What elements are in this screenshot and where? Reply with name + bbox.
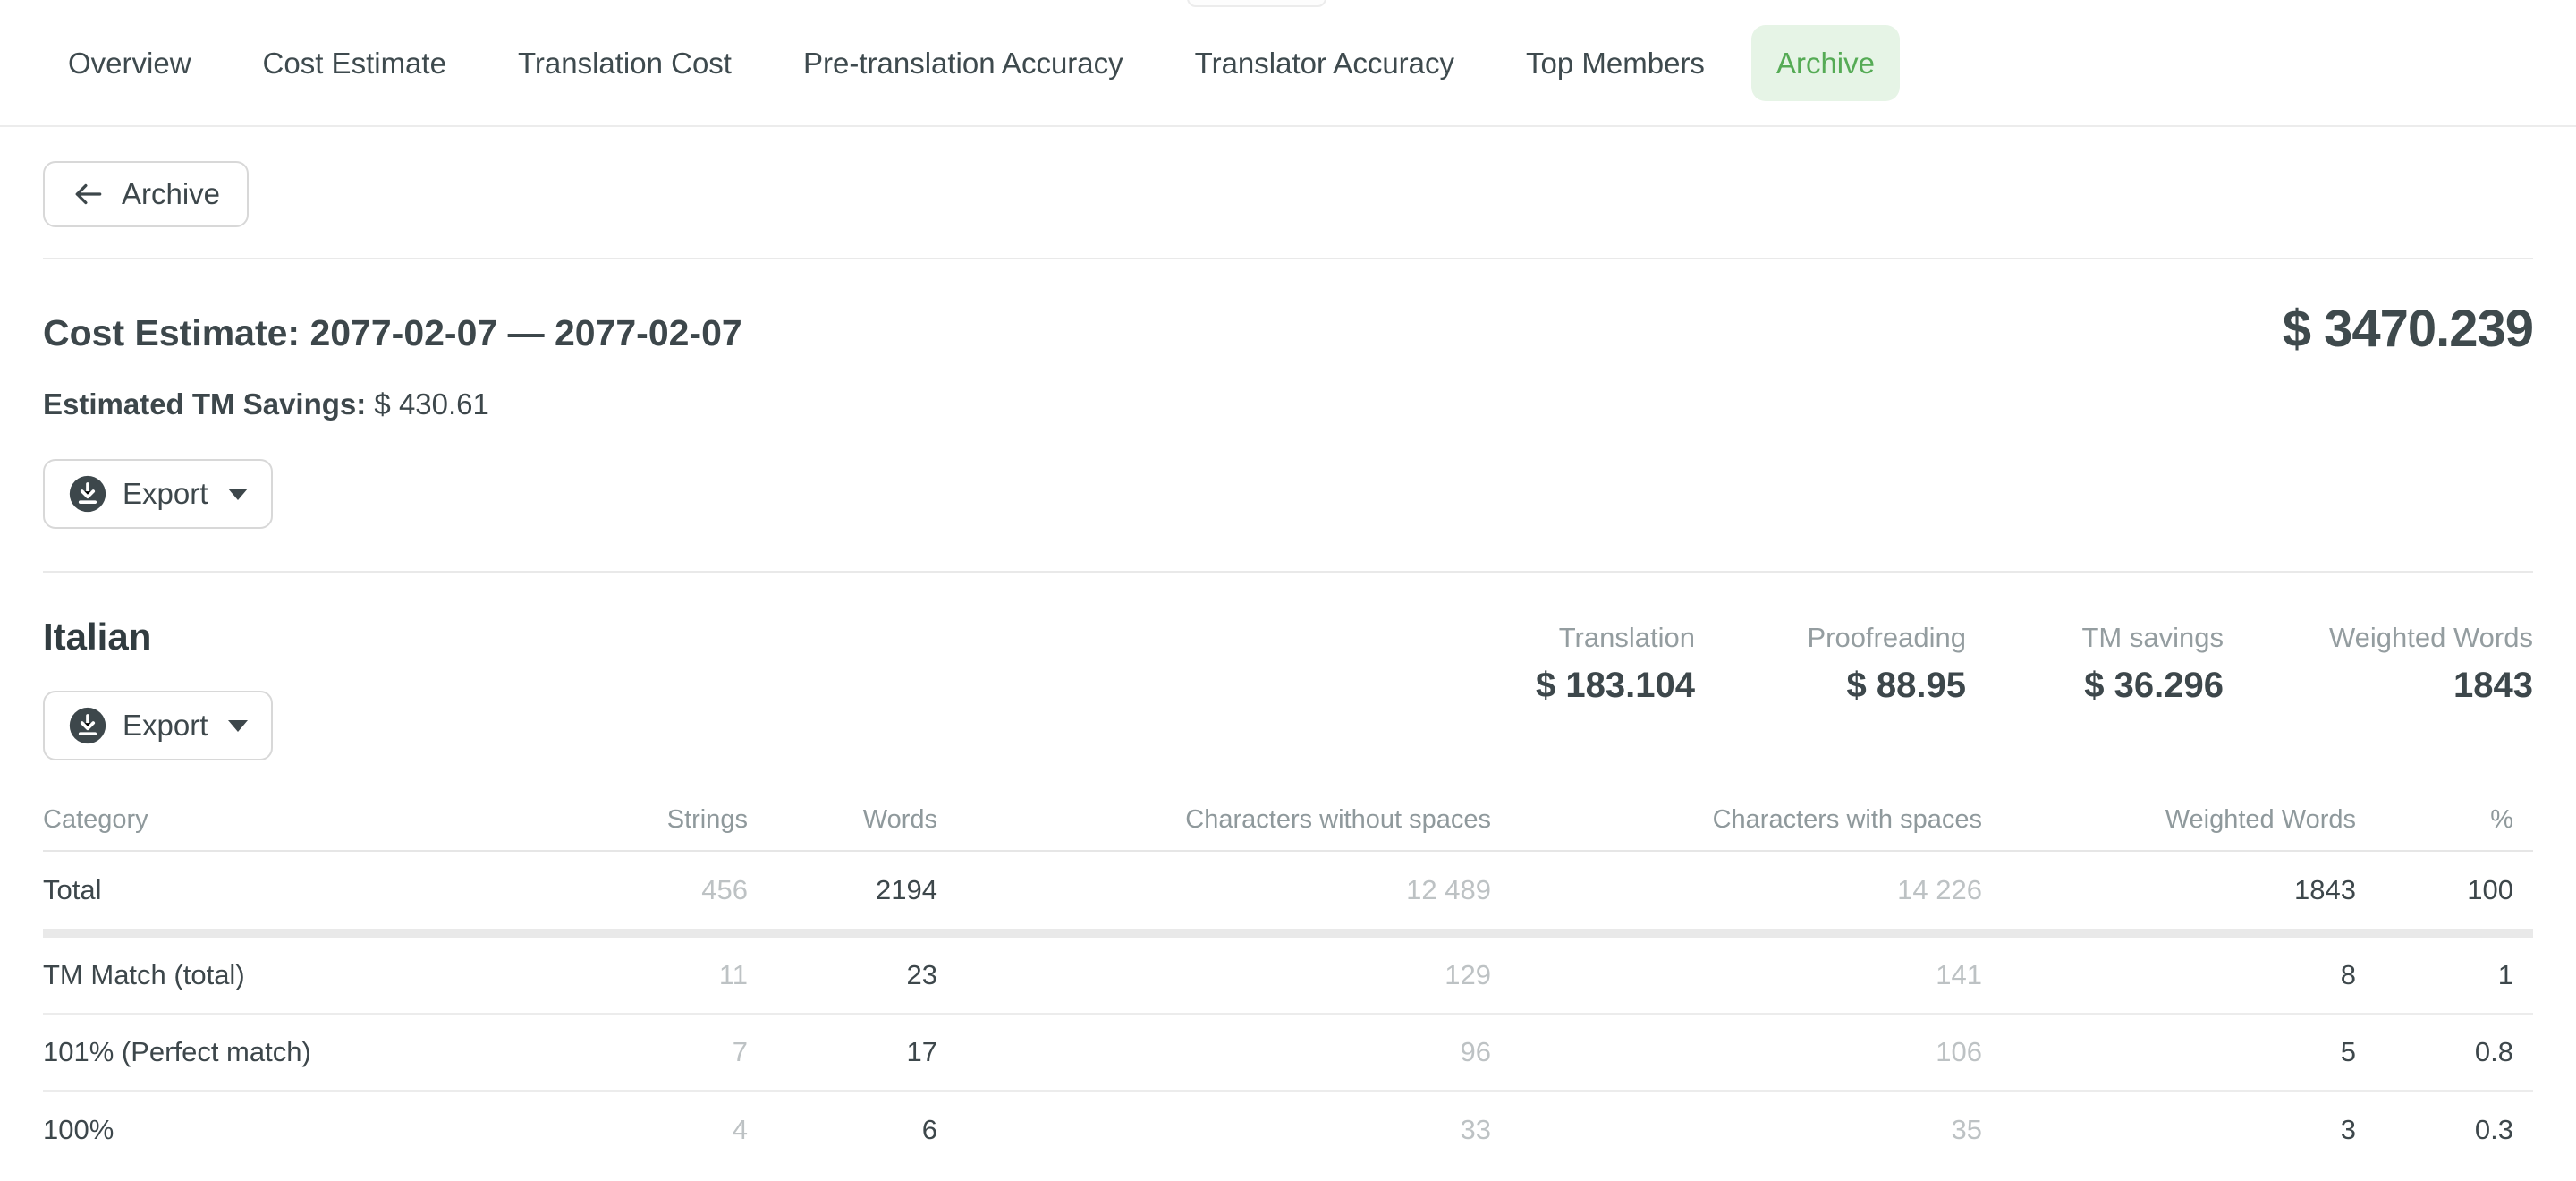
archive-back-label: Archive	[122, 177, 220, 211]
tab-archive[interactable]: Archive	[1751, 25, 1900, 101]
chevron-down-icon	[228, 489, 248, 500]
export-button[interactable]: Export	[43, 459, 273, 529]
column-header-percent: %	[2356, 805, 2513, 835]
column-header-chars-without-spaces: Characters without spaces	[937, 805, 1491, 835]
cell-category: TM Match (total)	[43, 959, 605, 991]
cell-chars-without-spaces: 129	[937, 959, 1491, 991]
stat-label: Proofreading	[1807, 623, 1966, 653]
report-tabs: Overview Cost Estimate Translation Cost …	[0, 0, 2576, 127]
cell-chars-with-spaces: 141	[1491, 959, 1982, 991]
tm-savings-value: $ 430.61	[374, 387, 488, 421]
stat-proofreading: Proofreading $ 88.95	[1801, 623, 1966, 706]
tab-overview[interactable]: Overview	[43, 25, 216, 101]
total-separator	[43, 929, 2533, 938]
cell-words: 23	[748, 959, 937, 991]
cell-percent: 0.3	[2356, 1114, 2513, 1146]
cell-chars-without-spaces: 12 489	[937, 874, 1491, 906]
export-button-label: Export	[123, 477, 208, 511]
cell-strings: 4	[605, 1114, 748, 1146]
cell-words: 2194	[748, 874, 937, 906]
cell-chars-without-spaces: 96	[937, 1036, 1491, 1068]
table-row-total: Total 456 2194 12 489 14 226 1843 100	[43, 852, 2533, 929]
cell-weighted-words: 3	[1982, 1114, 2356, 1146]
total-cost: $ 3470.239	[2283, 299, 2533, 359]
language-section: Italian Export Translation $ 183.104 Pro…	[0, 573, 2576, 760]
table-row-101-perfect-match: 101% (Perfect match) 7 17 96 106 5 0.8	[43, 1015, 2533, 1092]
column-header-chars-with-spaces: Characters with spaces	[1491, 805, 1982, 835]
table-row-tm-match: TM Match (total) 11 23 129 141 8 1	[43, 938, 2533, 1015]
tm-savings-label: Estimated TM Savings:	[43, 387, 366, 421]
archive-toolbar: Archive	[0, 127, 2576, 258]
stat-label: Translation	[1559, 623, 1695, 653]
table-header-row: Category Strings Words Characters withou…	[43, 789, 2533, 852]
cell-weighted-words: 8	[1982, 959, 2356, 991]
stat-translation: Translation $ 183.104	[1516, 623, 1695, 706]
cell-category: Total	[43, 874, 605, 906]
stat-value: $ 183.104	[1536, 666, 1695, 706]
table-row-100: 100% 4 6 33 35 3 0.3	[43, 1092, 2533, 1168]
language-export-button[interactable]: Export	[43, 691, 273, 760]
tab-translation-cost[interactable]: Translation Cost	[493, 25, 757, 101]
stat-tm-savings: TM savings $ 36.296	[2072, 623, 2224, 706]
cell-percent: 1	[2356, 959, 2513, 991]
language-stats: Translation $ 183.104 Proofreading $ 88.…	[1516, 623, 2533, 706]
stat-label: TM savings	[2081, 623, 2223, 653]
stat-label: Weighted Words	[2329, 623, 2533, 653]
cell-words: 17	[748, 1036, 937, 1068]
column-header-weighted-words: Weighted Words	[1982, 805, 2356, 835]
column-header-strings: Strings	[605, 805, 748, 835]
cell-strings: 7	[605, 1036, 748, 1068]
estimated-tm-savings: Estimated TM Savings: $ 430.61	[43, 387, 2533, 421]
cost-breakdown-table-body: TM Match (total) 11 23 129 141 8 1 101% …	[43, 938, 2533, 1168]
cell-category: 101% (Perfect match)	[43, 1036, 605, 1068]
tab-top-members[interactable]: Top Members	[1501, 25, 1730, 101]
column-header-words: Words	[748, 805, 937, 835]
cell-category: 100%	[43, 1114, 605, 1146]
cell-words: 6	[748, 1114, 937, 1146]
stat-value: 1843	[2453, 666, 2533, 706]
cell-weighted-words: 1843	[1982, 874, 2356, 906]
stat-value: $ 36.296	[2084, 666, 2224, 706]
arrow-left-icon	[72, 177, 106, 211]
tab-cost-estimate[interactable]: Cost Estimate	[238, 25, 471, 101]
page-title: Cost Estimate: 2077-02-07 — 2077-02-07	[43, 311, 2533, 355]
download-icon	[68, 706, 107, 745]
cell-chars-without-spaces: 33	[937, 1114, 1491, 1146]
cell-chars-with-spaces: 35	[1491, 1114, 1982, 1146]
stat-weighted-words: Weighted Words 1843	[2329, 623, 2533, 706]
cell-percent: 100	[2356, 874, 2513, 906]
stat-value: $ 88.95	[1847, 666, 1966, 706]
column-header-category: Category	[43, 805, 605, 835]
tab-pre-translation-accuracy[interactable]: Pre-translation Accuracy	[778, 25, 1148, 101]
popup-remnant	[1187, 0, 1326, 7]
cell-chars-with-spaces: 106	[1491, 1036, 1982, 1068]
archive-back-button[interactable]: Archive	[43, 161, 249, 227]
download-icon	[68, 474, 107, 514]
cell-strings: 11	[605, 959, 748, 991]
chevron-down-icon	[228, 720, 248, 732]
cost-estimate-summary: Cost Estimate: 2077-02-07 — 2077-02-07 $…	[0, 259, 2576, 571]
cell-percent: 0.8	[2356, 1036, 2513, 1068]
tab-translator-accuracy[interactable]: Translator Accuracy	[1170, 25, 1479, 101]
cell-weighted-words: 5	[1982, 1036, 2356, 1068]
cell-chars-with-spaces: 14 226	[1491, 874, 1982, 906]
cell-strings: 456	[605, 874, 748, 906]
cost-breakdown-table: Category Strings Words Characters withou…	[43, 789, 2533, 929]
export-button-label: Export	[123, 709, 208, 743]
